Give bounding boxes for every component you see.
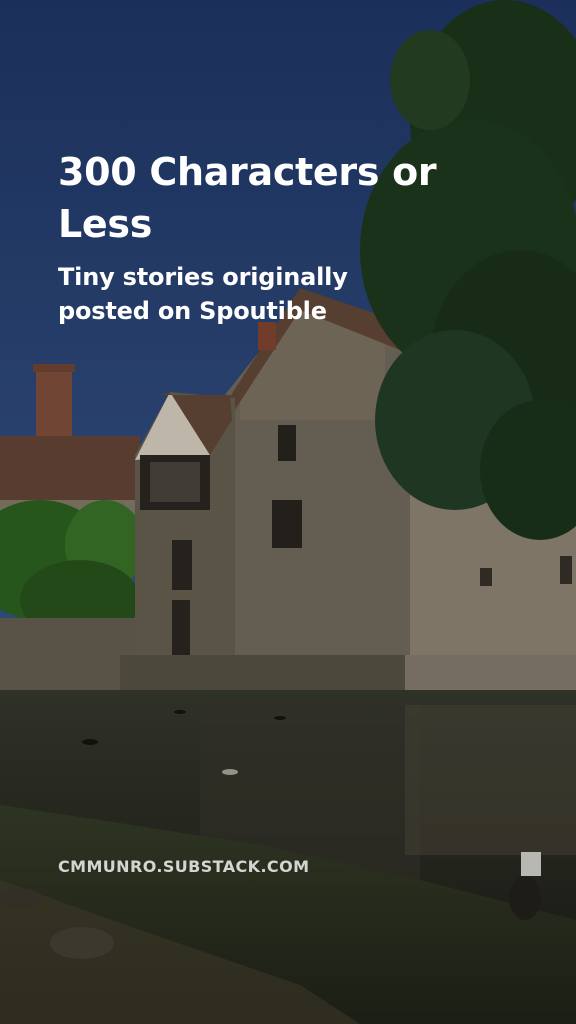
tree: [360, 0, 576, 540]
story-card: 300 Characters or Less Tiny stories orig…: [0, 0, 576, 1024]
source-url[interactable]: CMMUNRO.SUBSTACK.COM: [58, 856, 309, 878]
story-subtitle: Tiny stories originally posted on Spouti…: [58, 263, 348, 325]
story-title: 300 Characters or Less: [58, 150, 437, 246]
garden-wall: [0, 618, 140, 690]
